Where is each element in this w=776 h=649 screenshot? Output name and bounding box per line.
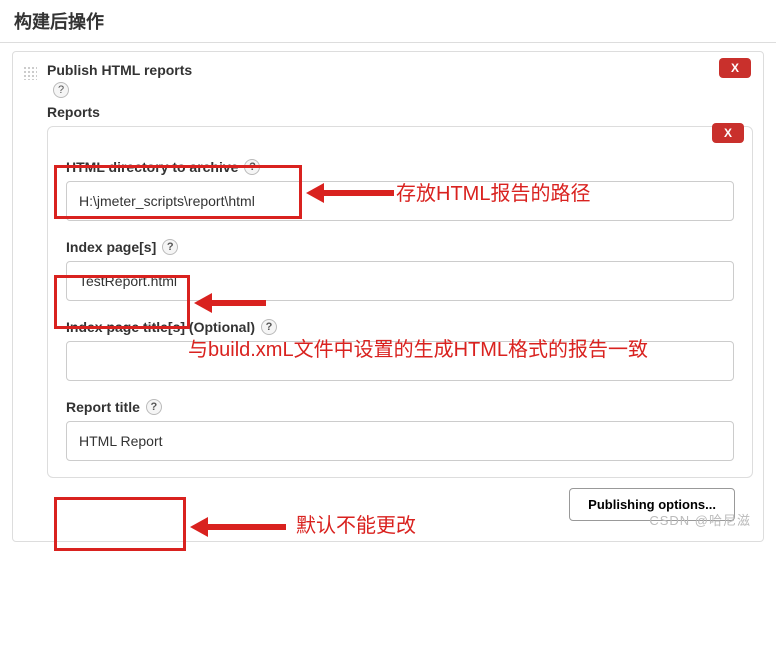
footer-row: Publishing options... <box>23 478 753 531</box>
publish-title-text: Publish HTML reports <box>47 62 192 78</box>
index-pages-input[interactable] <box>66 261 734 301</box>
index-pages-label: Index page[s] ? <box>66 239 734 255</box>
help-icon[interactable]: ? <box>162 239 178 255</box>
report-title-label: Report title ? <box>66 399 734 415</box>
post-build-section-title: 构建后操作 <box>0 0 776 43</box>
delete-report-button[interactable]: X <box>712 123 744 143</box>
reports-label: Reports <box>47 104 753 120</box>
index-titles-label: Index page title[s] (Optional) ? <box>66 319 734 335</box>
help-icon[interactable]: ? <box>261 319 277 335</box>
drag-handle-icon[interactable] <box>23 66 37 80</box>
html-dir-input[interactable] <box>66 181 734 221</box>
help-icon[interactable]: ? <box>146 399 162 415</box>
html-dir-label: HTML directory to archive ? <box>66 159 734 175</box>
help-icon[interactable]: ? <box>53 82 69 98</box>
help-icon[interactable]: ? <box>244 159 260 175</box>
publish-html-heading: Publish HTML reports <box>47 62 753 78</box>
index-titles-input[interactable] <box>66 341 734 381</box>
report-config-panel: X HTML directory to archive ? Index page… <box>47 126 753 478</box>
report-title-input[interactable] <box>66 421 734 461</box>
publishing-options-button[interactable]: Publishing options... <box>569 488 735 521</box>
publish-html-block: X Publish HTML reports ? Reports X HTML … <box>12 51 764 542</box>
delete-step-button[interactable]: X <box>719 58 751 78</box>
